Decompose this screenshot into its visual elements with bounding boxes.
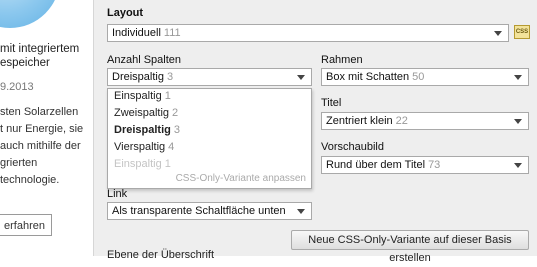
title-label: Titel bbox=[321, 97, 342, 109]
list-item[interactable]: Einspaltig 1 bbox=[114, 90, 171, 102]
teaser-date: 9.2013 bbox=[0, 81, 34, 93]
link-value: Als transparente Schaltfläche unten bbox=[112, 205, 286, 217]
layout-select[interactable]: Individuell 111 bbox=[107, 24, 509, 42]
preview-image-label: Vorschaubild bbox=[321, 141, 384, 153]
chevron-down-icon bbox=[494, 31, 502, 36]
option-count: 3 bbox=[173, 124, 180, 136]
teaser-image bbox=[0, 0, 60, 28]
option-label: Vierspaltig bbox=[114, 141, 166, 153]
layout-value: Individuell bbox=[112, 27, 161, 39]
chevron-down-icon bbox=[297, 75, 305, 80]
option-label: Einspaltig bbox=[114, 158, 162, 170]
teaser-preview: mit integriertem espeicher 9.2013 sten S… bbox=[0, 0, 86, 256]
teaser-more-label: erfahren bbox=[4, 220, 45, 232]
list-item[interactable]: Zweispaltig 2 bbox=[114, 107, 178, 119]
list-item[interactable]: Dreispaltig 3 bbox=[114, 124, 180, 136]
frame-value: Box mit Schatten bbox=[326, 71, 410, 83]
title-value: Zentriert klein bbox=[326, 115, 393, 127]
teaser-more-button[interactable]: erfahren bbox=[0, 214, 52, 236]
list-item: Einspaltig 1 bbox=[114, 158, 171, 170]
columns-count: 3 bbox=[166, 71, 174, 83]
option-label: Zweispaltig bbox=[114, 107, 170, 119]
columns-value: Dreispaltig bbox=[112, 71, 164, 83]
columns-label: Anzahl Spalten bbox=[107, 54, 181, 66]
customize-css-variant-link[interactable]: CSS-Only-Variante anpassen bbox=[176, 173, 306, 184]
create-css-variant-button[interactable]: Neue CSS-Only-Variante auf dieser Basis … bbox=[291, 230, 529, 264]
heading-level-label: Ebene der Überschrift bbox=[107, 249, 214, 261]
chevron-down-icon bbox=[514, 75, 522, 80]
settings-panel: Layout Individuell 111 CSS Anzahl Spalten… bbox=[93, 0, 537, 264]
teaser-title: mit integriertem espeicher bbox=[0, 43, 80, 69]
frame-label: Rahmen bbox=[321, 54, 363, 66]
title-count: 22 bbox=[395, 115, 408, 127]
preview-image-select[interactable]: Rund über dem Titel 73 bbox=[321, 156, 529, 174]
chevron-down-icon bbox=[514, 119, 522, 124]
option-label: Dreispaltig bbox=[114, 124, 171, 136]
chevron-down-icon bbox=[297, 209, 305, 214]
preview-image-value: Rund über dem Titel bbox=[326, 159, 426, 171]
columns-dropdown-list: Einspaltig 1 Zweispaltig 2 Dreispaltig 3 Vi… bbox=[107, 88, 312, 189]
frame-select[interactable]: Box mit Schatten 50 bbox=[321, 68, 529, 86]
option-count: 1 bbox=[164, 90, 171, 102]
option-count: 4 bbox=[168, 141, 175, 153]
link-label: Link bbox=[107, 188, 128, 200]
option-count: 2 bbox=[172, 107, 179, 119]
link-select[interactable]: Als transparente Schaltfläche unten bbox=[107, 202, 312, 220]
teaser-text: sten Solarzellen t nur Energie, sie auch… bbox=[0, 106, 84, 186]
layout-label: Layout bbox=[107, 7, 144, 19]
css-icon[interactable]: CSS bbox=[514, 25, 530, 39]
frame-count: 50 bbox=[412, 71, 425, 83]
option-count: 1 bbox=[164, 158, 171, 170]
chevron-down-icon bbox=[514, 163, 522, 168]
title-select[interactable]: Zentriert klein 22 bbox=[321, 112, 529, 130]
option-label: Einspaltig bbox=[114, 90, 162, 102]
layout-count: 111 bbox=[163, 27, 181, 39]
preview-image-count: 73 bbox=[428, 159, 441, 171]
columns-select[interactable]: Dreispaltig 3 bbox=[107, 68, 312, 86]
list-item[interactable]: Vierspaltig 4 bbox=[114, 141, 174, 153]
